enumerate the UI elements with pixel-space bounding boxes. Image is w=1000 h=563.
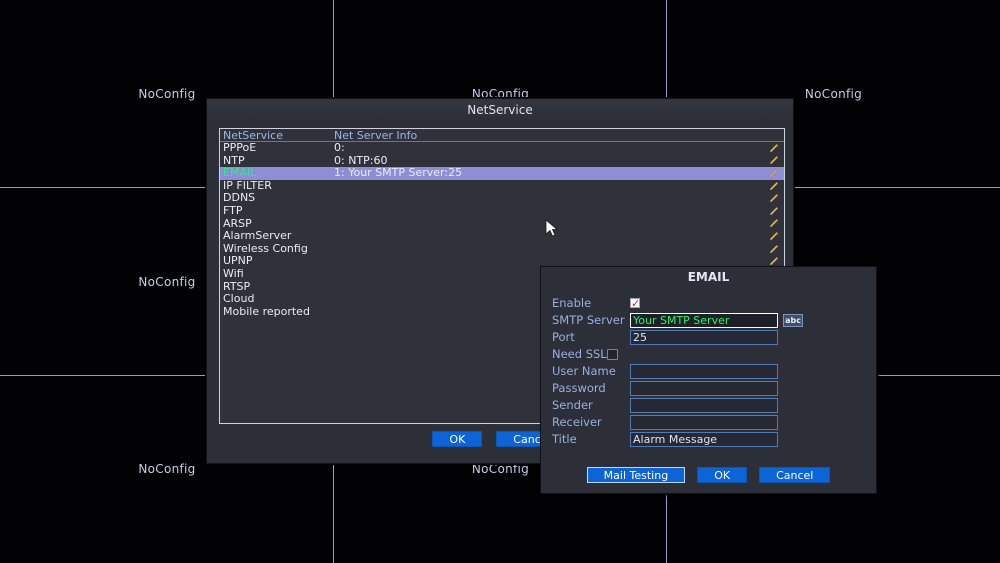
field-row-enable: Enable ✓ xyxy=(541,295,876,311)
row-name: Mobile reported xyxy=(223,304,310,318)
column-header-net-server-info: Net Server Info xyxy=(334,129,418,142)
field-row-port: Port xyxy=(541,329,876,345)
receiver-input[interactable] xyxy=(630,414,778,430)
email-ok-button[interactable]: OK xyxy=(697,467,748,483)
mail-testing-button[interactable]: Mail Testing xyxy=(586,467,686,483)
netservice-table-header: NetService Net Server Info xyxy=(220,129,784,142)
row-name: Cloud xyxy=(223,292,255,306)
column-header-netservice: NetService xyxy=(223,129,283,142)
pencil-icon[interactable] xyxy=(762,155,784,168)
smtp-server-input[interactable] xyxy=(630,312,778,328)
netservice-row-alarmserver[interactable]: AlarmServer xyxy=(220,230,784,243)
user-name-input[interactable] xyxy=(630,363,778,379)
smtp-server-label: SMTP Server xyxy=(552,313,625,327)
password-label: Password xyxy=(552,381,606,395)
pencil-icon[interactable] xyxy=(762,180,784,193)
pencil-icon[interactable] xyxy=(762,218,784,231)
netservice-row-pppoe[interactable]: PPPoE 0: xyxy=(220,141,784,155)
email-cancel-button[interactable]: Cancel xyxy=(759,467,831,483)
field-row-title: Title xyxy=(541,431,876,447)
netservice-row-arsp[interactable]: ARSP xyxy=(220,217,784,231)
row-name: Wifi xyxy=(223,266,244,280)
sender-label: Sender xyxy=(552,398,593,412)
title-input[interactable] xyxy=(630,431,778,447)
check-icon: ✓ xyxy=(631,297,641,310)
row-info xyxy=(334,205,784,218)
row-name: AlarmServer xyxy=(223,229,292,243)
port-label: Port xyxy=(552,330,575,344)
dvr-screen: NoConfig NoConfig NoConfig NoConfig NoCo… xyxy=(0,0,1000,563)
row-info xyxy=(334,243,784,256)
row-info xyxy=(334,218,784,231)
pencil-icon[interactable] xyxy=(762,192,784,205)
email-dialog: EMAIL Enable ✓ SMTP Server abc Port Need… xyxy=(540,266,877,494)
netservice-row-ntp[interactable]: NTP 0: NTP:60 xyxy=(220,154,784,168)
need-ssl-label: Need SSL xyxy=(552,347,607,361)
field-row-smtp-server: SMTP Server abc xyxy=(541,312,876,328)
row-info xyxy=(334,230,784,243)
netservice-row-email[interactable]: EMAIL 1: Your SMTP Server:25 xyxy=(220,167,784,180)
field-row-user-name: User Name xyxy=(541,363,876,379)
pencil-icon[interactable] xyxy=(762,205,784,218)
netservice-row-ip-filter[interactable]: IP FILTER xyxy=(220,179,784,193)
netservice-window: NetService NetService Net Server Info PP… xyxy=(206,98,877,494)
netservice-row-ftp[interactable]: FTP xyxy=(220,203,784,218)
password-input[interactable] xyxy=(630,380,778,396)
pencil-icon[interactable] xyxy=(762,142,784,155)
row-info xyxy=(334,180,784,193)
user-name-label: User Name xyxy=(552,364,616,378)
need-ssl-checkbox[interactable] xyxy=(606,348,618,360)
port-input[interactable] xyxy=(630,329,778,345)
row-info: 1: Your SMTP Server:25 xyxy=(334,166,463,180)
row-info: 0: xyxy=(334,141,345,154)
field-row-receiver: Receiver xyxy=(541,414,876,430)
row-name: PPPoE xyxy=(223,141,257,154)
pencil-icon[interactable] xyxy=(762,243,784,256)
netservice-row-wireless-config[interactable]: Wireless Config xyxy=(220,242,784,256)
row-name: FTP xyxy=(223,203,243,217)
email-button-row: Mail Testing OK Cancel xyxy=(541,467,876,483)
netservice-ok-button[interactable]: OK xyxy=(432,431,483,447)
sender-input[interactable] xyxy=(630,397,778,413)
enable-checkbox[interactable]: ✓ xyxy=(630,297,641,310)
netservice-title: NetService xyxy=(207,99,793,121)
title-label: Title xyxy=(552,432,577,446)
video-cell-label-7: NoConfig xyxy=(138,462,196,476)
enable-label: Enable xyxy=(552,296,592,310)
receiver-label: Receiver xyxy=(552,415,602,429)
row-info xyxy=(334,192,784,205)
field-row-sender: Sender xyxy=(541,397,876,413)
ime-abc-button[interactable]: abc xyxy=(783,313,803,327)
field-row-password: Password xyxy=(541,380,876,396)
email-dialog-title: EMAIL xyxy=(687,270,730,284)
netservice-row-ddns[interactable]: DDNS xyxy=(220,192,784,205)
pencil-icon[interactable] xyxy=(762,167,784,180)
row-name: EMAIL xyxy=(223,166,257,180)
field-row-need-ssl: Need SSL xyxy=(541,346,876,362)
pencil-icon[interactable] xyxy=(762,230,784,243)
